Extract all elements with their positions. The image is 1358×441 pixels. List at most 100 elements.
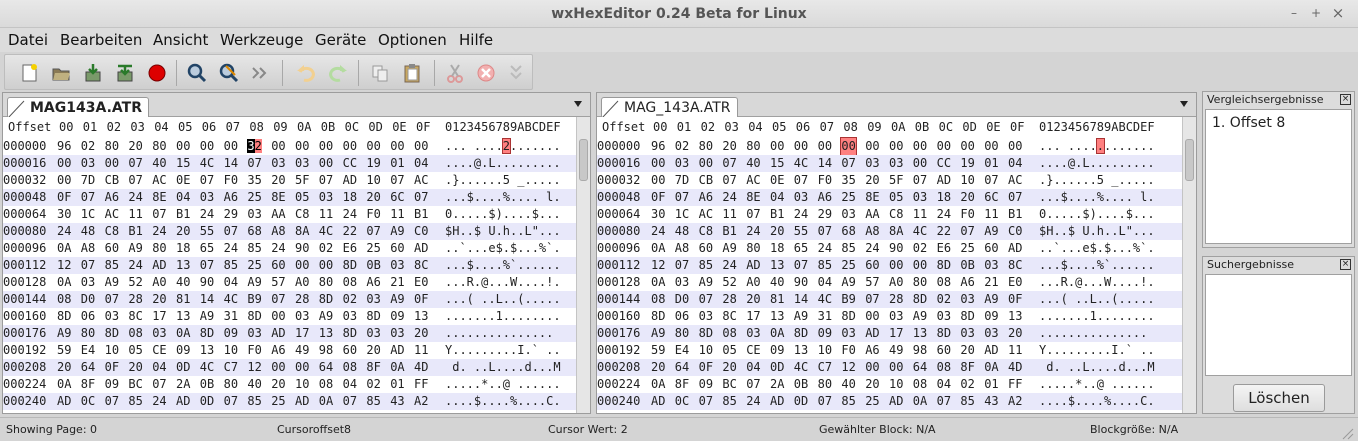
hex-byte[interactable]: 8F (366, 359, 380, 376)
hex-row[interactable]: 000160 8D 06 03 8C 17 13 A9 31 8D 00 03 A9 03 8D 09 13..… (3, 308, 576, 325)
row-text[interactable]: ..`...e$.$...%`. (445, 240, 561, 257)
hex-byte[interactable]: AD (937, 172, 951, 189)
hex-byte[interactable]: 0C (81, 393, 95, 410)
hex-byte[interactable]: F0 (224, 172, 238, 189)
hex-byte[interactable]: 05 (889, 189, 903, 206)
hex-row[interactable]: 000080 24 48 C8 B1 24 20 55 07 68 A8 8A 4C 22 07 A9 C0 $H… (3, 223, 576, 240)
menu-datei[interactable]: Datei (8, 31, 48, 49)
hex-byte[interactable]: 0B (960, 257, 974, 274)
hex-byte[interactable]: 07 (722, 172, 736, 189)
hex-byte[interactable]: 25 (865, 393, 879, 410)
hex-byte[interactable]: C8 (889, 206, 903, 223)
hex-byte[interactable]: 02 (366, 376, 380, 393)
hex-byte[interactable]: 02 (937, 291, 951, 308)
hex-byte[interactable]: 29 (224, 206, 238, 223)
hex-byte[interactable]: 03 (152, 325, 166, 342)
hex-byte[interactable]: 80 (319, 274, 333, 291)
hex-byte[interactable]: 07 (200, 172, 214, 189)
hex-byte[interactable]: 0A (57, 240, 71, 257)
hex-byte[interactable]: 13 (770, 308, 784, 325)
menu-werkzeuge[interactable]: Werkzeuge (220, 31, 303, 49)
hex-byte[interactable]: 8D (247, 308, 261, 325)
row-text[interactable]: Y.........I.` .. (1039, 342, 1155, 359)
hex-byte[interactable]: 13 (770, 257, 784, 274)
hex-byte[interactable]: 80 (152, 138, 166, 155)
hex-byte[interactable]: 65 (794, 240, 808, 257)
hex-byte[interactable]: 48 (675, 223, 689, 240)
hex-byte[interactable]: 03 (81, 274, 95, 291)
hex-byte[interactable]: 20 (865, 376, 879, 393)
hex-byte[interactable]: 90 (295, 240, 309, 257)
row-text[interactable]: .....*..@ ...... (1039, 376, 1155, 393)
hex-byte[interactable]: 08 (343, 359, 357, 376)
hex-byte[interactable]: A9 (247, 274, 261, 291)
hex-byte[interactable]: 00 (913, 155, 927, 172)
hex-byte[interactable]: 80 (224, 376, 238, 393)
hex-byte[interactable]: 00 (889, 257, 903, 274)
hex-byte[interactable]: 98 (319, 342, 333, 359)
save-as-icon[interactable] (113, 61, 137, 85)
hex-byte[interactable]: 08 (343, 274, 357, 291)
hex-byte[interactable]: 07 (913, 172, 927, 189)
hex-byte[interactable]: B9 (841, 291, 855, 308)
hex-byte[interactable]: 03 (271, 155, 285, 172)
hex-byte[interactable]: A6 (699, 189, 713, 206)
hex-byte[interactable]: CC (937, 155, 951, 172)
compare-result-item[interactable]: 1. Offset 8 (1206, 110, 1351, 136)
row-text[interactable]: ...( ..L..(..... (1039, 291, 1155, 308)
hex-byte[interactable]: 4C (913, 223, 927, 240)
hex-byte[interactable]: 04 (176, 189, 190, 206)
hex-byte[interactable]: C8 (105, 223, 119, 240)
hex-byte[interactable]: 18 (770, 240, 784, 257)
row-text[interactable]: .}......5 _..... (445, 172, 561, 189)
hex-byte[interactable]: A0 (746, 274, 760, 291)
row-text[interactable]: ............... (445, 325, 561, 342)
hex-byte[interactable]: AD (57, 393, 71, 410)
hex-byte[interactable]: 03 (889, 155, 903, 172)
hex-byte[interactable]: 00 (937, 138, 951, 155)
hex-row[interactable]: 000192 59 E4 10 05 CE 09 13 10 F0 A6 49 98 60 20 AD 11 Y.… (597, 342, 1182, 359)
hex-byte[interactable]: A8 (81, 240, 95, 257)
hex-byte[interactable]: 03 (841, 325, 855, 342)
hex-byte[interactable]: 35 (841, 172, 855, 189)
hex-byte[interactable]: 03 (319, 189, 333, 206)
hex-row[interactable]: 000064 30 1C AC 11 07 B1 24 29 03 AA C8 11 24 F0 11 B1 0.… (597, 206, 1182, 223)
hex-byte[interactable]: 24 (746, 223, 760, 240)
hex-byte[interactable]: 64 (675, 359, 689, 376)
hex-byte[interactable]: A6 (818, 189, 832, 206)
hex-byte[interactable]: 22 (343, 223, 357, 240)
clear-button[interactable]: Löschen (1233, 384, 1325, 412)
search-results-list[interactable] (1205, 274, 1352, 376)
hex-byte[interactable]: 13 (414, 308, 428, 325)
hex-byte[interactable]: 07 (81, 257, 95, 274)
hex-byte[interactable]: 14 (794, 291, 808, 308)
hex-byte[interactable]: 03 (889, 308, 903, 325)
hex-byte[interactable]: 05 (295, 189, 309, 206)
row-text[interactable]: d. ..L....d...M (445, 359, 560, 376)
hex-byte[interactable]: C0 (1008, 223, 1022, 240)
hex-byte[interactable]: 07 (224, 223, 238, 240)
hex-byte[interactable]: 24 (746, 393, 760, 410)
hex-byte[interactable]: F0 (841, 342, 855, 359)
hex-byte[interactable]: 00 (770, 138, 784, 155)
hex-byte[interactable]: A6 (960, 274, 974, 291)
hex-byte[interactable]: 85 (105, 257, 119, 274)
hex-byte[interactable]: 00 (840, 137, 857, 156)
hex-row[interactable]: 000096 0A A8 60 A9 80 18 65 24 85 24 90 02 E6 25 60 AD..… (3, 240, 576, 257)
hex-byte[interactable]: 80 (105, 138, 119, 155)
hex-byte[interactable]: 20 (176, 223, 190, 240)
hex-byte[interactable]: 07 (937, 393, 951, 410)
hex-byte[interactable]: 0A (651, 274, 665, 291)
close-icon[interactable]: × (1340, 259, 1351, 270)
hex-byte[interactable]: AD (152, 257, 166, 274)
hex-row[interactable]: 000016 00 03 00 07 40 15 4C 14 07 03 03 00 CC 19 01 04..… (3, 155, 576, 172)
row-text[interactable]: .....*..@ ...... (445, 376, 561, 393)
hex-byte[interactable]: 4D (1008, 359, 1022, 376)
row-text[interactable]: ... ............ (1039, 138, 1155, 155)
hex-byte[interactable]: 20 (366, 342, 380, 359)
hex-byte[interactable]: 22 (937, 223, 951, 240)
hex-byte[interactable]: AD (865, 325, 879, 342)
hex-byte[interactable]: 85 (247, 240, 261, 257)
hex-row[interactable]: 000032 00 7D CB 07 AC 0E 07 F0 35 20 5F 07 AD 10 07 AC.}… (597, 172, 1182, 189)
hex-byte[interactable]: 85 (960, 393, 974, 410)
